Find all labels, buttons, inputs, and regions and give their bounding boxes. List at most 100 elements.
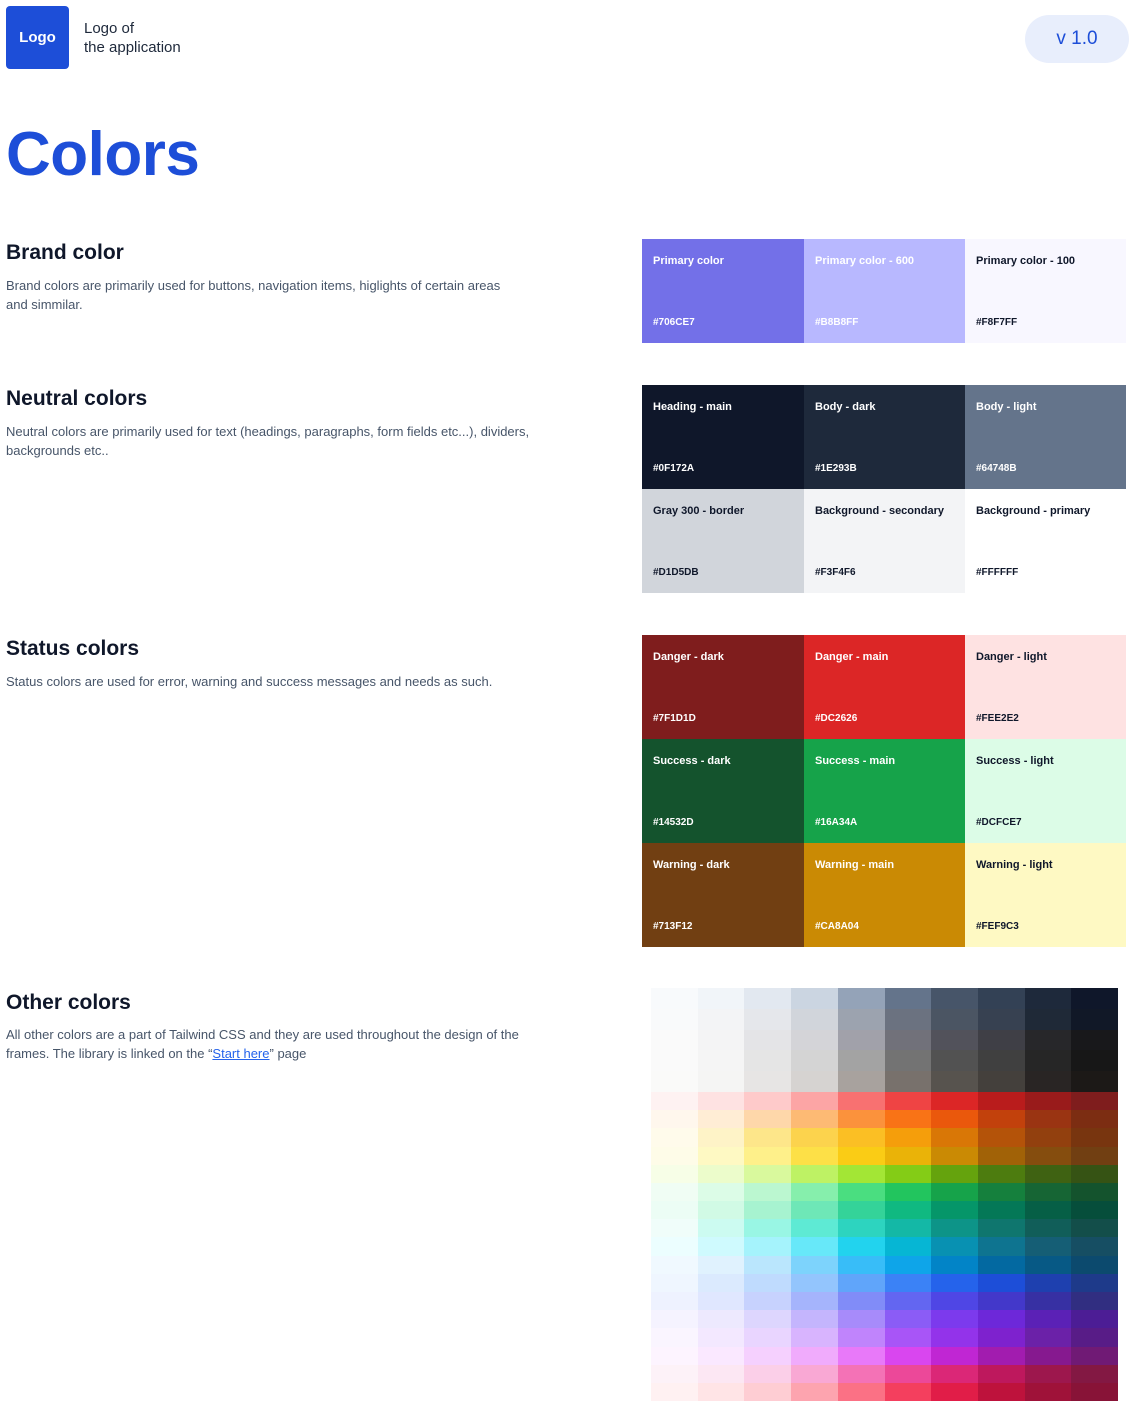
palette-cell (1071, 1328, 1119, 1347)
palette-cell (1024, 1008, 1072, 1030)
swatch-hex: #DCFCE7 (976, 817, 1022, 828)
palette-cell (791, 1182, 838, 1202)
swatch-hex: #713F12 (653, 921, 693, 932)
neutral-section-description: Neutral colors are primarily used for te… (6, 424, 530, 458)
swatch-hex: #16A34A (815, 817, 858, 828)
palette-cell (1071, 1029, 1119, 1051)
color-swatch: Body - light #64748B (965, 385, 1126, 489)
palette-row (651, 1050, 1119, 1072)
palette-cell (651, 1364, 698, 1383)
swatch-label: Success - dark (653, 755, 731, 767)
palette-cell (837, 1071, 885, 1092)
palette-cell (1071, 1182, 1119, 1202)
palette-cell (931, 1364, 978, 1383)
other-section-title: Other colors (6, 991, 131, 1014)
palette-cell (931, 1008, 978, 1030)
palette-cell (884, 1182, 932, 1202)
palette-cell (931, 1273, 978, 1293)
palette-cell (651, 1310, 698, 1329)
palette-cell (931, 1328, 978, 1347)
palette-cell (791, 1201, 838, 1220)
logo-caption-line1: Logo of (84, 20, 135, 37)
palette-row (651, 1292, 1119, 1311)
palette-cell (1071, 1310, 1119, 1329)
palette-cell (1024, 1110, 1072, 1129)
palette-cell (651, 1382, 698, 1401)
palette-cell (744, 1364, 792, 1383)
palette-cell (744, 1292, 792, 1311)
color-swatch: Success - main #16A34A (804, 739, 965, 843)
palette-cell (744, 1008, 792, 1030)
palette-cell (1071, 1292, 1119, 1311)
swatch-hex: #14532D (653, 817, 694, 828)
palette-cell (1024, 1382, 1072, 1401)
swatch-hex: #FFFFFF (976, 567, 1019, 578)
palette-cell (651, 1008, 698, 1030)
palette-cell (931, 1292, 978, 1311)
palette-cell (837, 1292, 885, 1311)
brand-section-description: Brand colors are primarily used for butt… (6, 278, 501, 312)
palette-cell (977, 1364, 1025, 1383)
palette-cell (837, 988, 885, 1009)
palette-cell (744, 1164, 792, 1183)
swatch-label: Danger - light (976, 651, 1047, 663)
palette-cell (744, 1029, 792, 1051)
palette-row (651, 1091, 1119, 1111)
palette-cell (697, 1164, 745, 1183)
palette-cell (697, 1346, 745, 1365)
palette-cell (884, 1237, 932, 1256)
palette-cell (791, 1091, 838, 1111)
palette-cell (884, 1201, 932, 1220)
app-logo[interactable]: Logo (6, 6, 69, 69)
palette-cell (1071, 1364, 1119, 1383)
color-swatch: Success - light #DCFCE7 (965, 739, 1126, 843)
version-badge: v 1.0 (1025, 15, 1129, 63)
palette-cell (977, 1292, 1025, 1311)
palette-cell (1071, 1050, 1119, 1072)
color-swatch: Body - dark #1E293B (804, 385, 965, 489)
palette-row (651, 1310, 1119, 1329)
palette-cell (651, 1237, 698, 1256)
palette-cell (884, 1364, 932, 1383)
palette-cell (744, 1091, 792, 1111)
palette-cell (744, 1050, 792, 1072)
palette-cell (1071, 1164, 1119, 1183)
palette-cell (977, 1310, 1025, 1329)
palette-cell (1071, 1110, 1119, 1129)
palette-cell (931, 1146, 978, 1165)
palette-cell (837, 1310, 885, 1329)
palette-cell (1024, 1219, 1072, 1238)
swatch-label: Background - secondary (815, 505, 944, 517)
start-here-link[interactable]: Start here (212, 1046, 269, 1061)
palette-cell (837, 1008, 885, 1030)
swatch-hex: #DC2626 (815, 713, 858, 724)
swatch-hex: #64748B (976, 463, 1017, 474)
palette-cell (744, 1201, 792, 1220)
palette-cell (791, 1029, 838, 1051)
palette-cell (977, 1237, 1025, 1256)
swatch-hex: #F8F7FF (976, 317, 1018, 328)
palette-cell (977, 1071, 1025, 1092)
logo-caption-line2: the application (84, 39, 181, 56)
palette-cell (697, 1008, 745, 1030)
palette-cell (1024, 1346, 1072, 1365)
palette-row (651, 1255, 1119, 1274)
palette-cell (977, 1346, 1025, 1365)
brand-section-title: Brand color (6, 241, 124, 264)
palette-cell (884, 1255, 932, 1274)
palette-cell (977, 1255, 1025, 1274)
palette-cell (837, 1029, 885, 1051)
palette-cell (697, 1146, 745, 1165)
palette-cell (651, 1146, 698, 1165)
palette-cell (791, 1128, 838, 1147)
swatch-label: Gray 300 - border (653, 505, 745, 517)
color-swatch: Gray 300 - border #D1D5DB (642, 489, 804, 593)
palette-cell (977, 1029, 1025, 1051)
palette-cell (697, 1255, 745, 1274)
palette-cell (931, 1255, 978, 1274)
palette-cell (791, 1110, 838, 1129)
palette-cell (697, 1110, 745, 1129)
palette-cell (931, 1382, 978, 1401)
palette-cell (651, 1292, 698, 1311)
palette-cell (1024, 1029, 1072, 1051)
